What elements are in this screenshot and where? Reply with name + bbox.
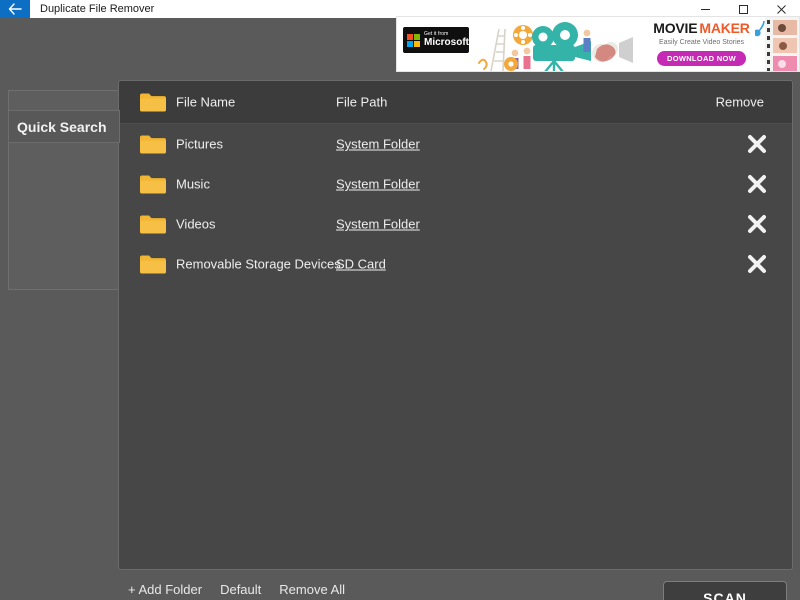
row-file-path-link[interactable]: System Folder [336,177,420,192]
close-x-icon[interactable] [746,253,768,275]
table-row[interactable]: Pictures System Folder [119,124,792,164]
microsoft-logo-icon [407,33,420,47]
remove-all-button[interactable]: Remove All [279,582,345,597]
sidebar-item-quick-search[interactable]: Quick Search [8,110,120,143]
get-it-from-microsoft-badge[interactable]: Get it from Microsoft [403,27,469,53]
ad-brand-first: MOVIE [653,20,698,36]
close-x-icon[interactable] [746,213,768,235]
close-icon [776,4,787,15]
folder-icon [139,134,167,155]
bottom-toolbar: + Add Folder Default Remove All SCAN [118,578,793,600]
back-button[interactable] [0,0,30,18]
bottom-toolbar-links: + Add Folder Default Remove All [128,582,345,597]
ad-brand-title: MOVIE MAKER [649,21,754,37]
ad-copy: MOVIE MAKER Easily Create Video Stories D… [649,21,754,66]
sidebar-item-label: Quick Search [17,118,107,135]
close-x-icon[interactable] [746,173,768,195]
column-header-remove: Remove [715,94,764,110]
row-file-path-link[interactable]: SD Card [336,257,386,272]
row-file-name: Music [176,176,210,192]
row-file-name: Pictures [176,136,223,152]
row-file-path-link[interactable]: System Folder [336,137,420,152]
maximize-icon [738,4,749,15]
back-arrow-icon [8,3,22,15]
window-title: Duplicate File Remover [40,3,155,15]
row-file-name: Videos [176,216,216,232]
folder-icon [139,254,167,275]
folder-icon [139,174,167,195]
advertisement-banner[interactable]: Get it from Microsoft MOVIE MAKER Easily… [396,16,800,72]
application-window: Duplicate File Remover Get it from Micro… [0,0,800,600]
minimize-icon [700,4,711,15]
table-row[interactable]: Videos System Folder [119,204,792,244]
movie-camera-illustration-icon [475,19,635,71]
table-header-row: File Name File Path Remove [119,81,792,124]
folder-list-panel: File Name File Path Remove Pictures Syst… [118,80,793,570]
row-file-name: Removable Storage Devices [176,256,341,272]
default-button[interactable]: Default [220,582,261,597]
column-header-file-path: File Path [336,94,388,110]
folder-icon [139,214,167,235]
table-row[interactable]: Music System Folder [119,164,792,204]
row-file-path-link[interactable]: System Folder [336,217,420,232]
folder-icon [139,92,167,113]
column-header-file-name: File Name [176,94,236,110]
scan-button[interactable]: SCAN [663,581,787,600]
ad-download-button[interactable]: DOWNLOAD NOW [656,51,746,66]
ad-brand-second: MAKER [699,20,750,36]
filmstrip-photos-icon [753,17,799,71]
table-row[interactable]: Removable Storage Devices SD Card [119,244,792,284]
badge-brand-label: Microsoft [424,37,469,48]
close-x-icon[interactable] [746,133,768,155]
add-folder-button[interactable]: + Add Folder [128,582,202,597]
ad-tagline: Easily Create Video Stories [658,39,745,46]
